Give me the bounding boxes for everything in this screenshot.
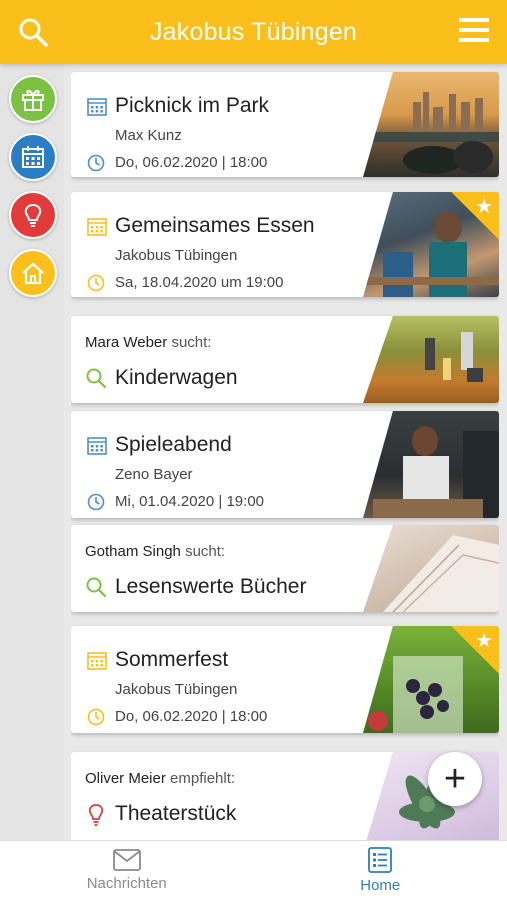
category-rail: [0, 64, 64, 840]
star-icon: ★: [475, 630, 493, 652]
event-datetime: Sa, 18.04.2020 um 19:00: [115, 274, 284, 291]
calendar-icon: [22, 146, 44, 168]
event-title: Spieleabend: [115, 433, 232, 456]
event-card[interactable]: Gemeinsames Essen Jakobus Tübingen Sa, 1…: [71, 192, 499, 297]
search-icon[interactable]: [18, 17, 48, 47]
category-home-button[interactable]: [9, 249, 57, 297]
list-icon: [368, 847, 393, 873]
chess-players-image: [373, 426, 499, 518]
feed-list: Picknick im Park Max Kunz Do, 06.02.2020…: [71, 64, 499, 840]
event-organizer: Max Kunz: [115, 127, 182, 144]
search-icon: [86, 577, 107, 598]
tab-home-label: Home: [360, 877, 401, 894]
category-ideas-button[interactable]: [9, 191, 57, 239]
request-photo: [363, 316, 499, 403]
bottom-navigation: Nachrichten Home: [0, 840, 507, 900]
request-verb: sucht:: [171, 334, 212, 351]
tab-home[interactable]: Home: [254, 841, 507, 900]
clock-icon: [87, 708, 105, 726]
request-verb: sucht:: [185, 543, 226, 560]
event-title: Picknick im Park: [115, 94, 270, 117]
calendar-icon: [87, 652, 107, 670]
page-title: Jakobus Tübingen: [149, 17, 358, 46]
recommendation-title: Theaterstück: [115, 802, 237, 825]
calendar-icon: [87, 218, 107, 236]
tab-messages-label: Nachrichten: [86, 875, 167, 892]
event-title: Sommerfest: [115, 648, 229, 671]
request-card[interactable]: Gotham Singh sucht: Lesenswerte Bücher: [71, 525, 499, 612]
lightbulb-icon: [88, 804, 104, 826]
request-author-line: Mara Weber sucht:: [85, 334, 211, 351]
gift-icon: [22, 89, 44, 111]
event-card[interactable]: Sommerfest Jakobus Tübingen Do, 06.02.20…: [71, 626, 499, 733]
event-organizer: Jakobus Tübingen: [115, 681, 238, 698]
hamburger-menu-icon[interactable]: [459, 17, 489, 43]
author-name: Mara Weber: [85, 334, 168, 351]
star-icon: ★: [475, 196, 493, 218]
add-button[interactable]: +: [428, 752, 482, 806]
event-title: Gemeinsames Essen: [115, 214, 315, 237]
event-photo: [363, 72, 499, 177]
event-organizer: Jakobus Tübingen: [115, 247, 238, 264]
lightbulb-icon: [24, 203, 42, 227]
request-photo: [363, 525, 499, 612]
envelope-icon: [112, 849, 141, 871]
category-calendar-button[interactable]: [9, 133, 57, 181]
request-card[interactable]: Mara Weber sucht: Kinderwagen: [71, 316, 499, 403]
request-title: Kinderwagen: [115, 366, 238, 389]
calendar-icon: [87, 98, 107, 116]
featured-badge: ★: [451, 192, 499, 240]
category-gift-button[interactable]: [9, 75, 57, 123]
event-photo: [363, 411, 499, 518]
request-author-line: Oliver Meier empfiehlt:: [85, 770, 235, 787]
tab-messages[interactable]: Nachrichten: [0, 841, 254, 900]
book-pages-image: [383, 535, 499, 612]
author-name: Oliver Meier: [85, 770, 166, 787]
event-card[interactable]: Picknick im Park Max Kunz Do, 06.02.2020…: [71, 72, 499, 177]
calendar-icon: [87, 437, 107, 455]
request-title: Lesenswerte Bücher: [115, 575, 307, 598]
request-author-line: Gotham Singh sucht:: [85, 543, 225, 560]
event-organizer: Zeno Bayer: [115, 466, 193, 483]
city-skyline-image: [363, 92, 499, 174]
top-app-bar: Jakobus Tübingen: [0, 0, 507, 64]
search-icon: [86, 368, 107, 389]
family-walking-image: [425, 332, 483, 382]
request-verb: empfiehlt:: [170, 770, 236, 787]
clock-icon: [87, 493, 105, 511]
author-name: Gotham Singh: [85, 543, 181, 560]
event-datetime: Do, 06.02.2020 | 18:00: [115, 154, 268, 171]
event-datetime: Mi, 01.04.2020 | 19:00: [115, 493, 265, 510]
clock-icon: [87, 274, 105, 292]
event-card[interactable]: Spieleabend Zeno Bayer Mi, 01.04.2020 | …: [71, 411, 499, 518]
featured-badge: ★: [451, 626, 499, 674]
clock-icon: [87, 154, 105, 172]
event-datetime: Do, 06.02.2020 | 18:00: [115, 708, 268, 725]
house-icon: [22, 262, 44, 285]
